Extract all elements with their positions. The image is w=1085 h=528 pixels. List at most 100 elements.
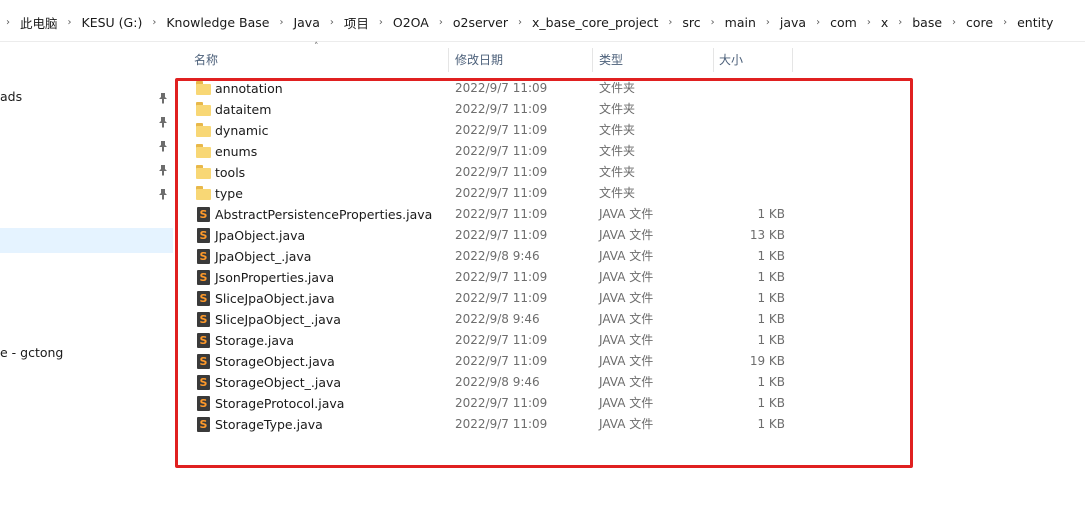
breadcrumb-item[interactable]: main <box>721 15 760 30</box>
column-header-type[interactable]: 类型 <box>599 48 623 72</box>
column-header-date[interactable]: 修改日期 <box>455 48 503 72</box>
sort-ascending-icon: ˄ <box>314 42 319 52</box>
column-header-size[interactable]: 大小 <box>719 48 743 72</box>
address-bar[interactable]: › 此电脑 › KESU (G:) › Knowledge Base › Java › 项目 › O2… <box>0 0 1085 42</box>
breadcrumb: › 此电脑 › KESU (G:) › Knowledge Base › Java › 项目 › O2… <box>0 12 1057 32</box>
java-file-icon: S <box>196 354 212 369</box>
java-file-icon: S <box>196 249 212 264</box>
file-type: JAVA 文件 <box>599 270 654 284</box>
breadcrumb-item[interactable]: x <box>877 15 892 30</box>
file-date: 2022/9/7 11:09 <box>455 354 548 368</box>
breadcrumb-item[interactable]: core <box>962 15 997 30</box>
breadcrumb-item[interactable]: base <box>908 15 946 30</box>
file-row[interactable]: S JpaObject.java 2022/9/7 11:09 JAVA 文件 13 K… <box>176 225 1085 246</box>
file-name: StorageType.java <box>215 417 323 432</box>
file-date: 2022/9/7 11:09 <box>455 228 548 242</box>
pin-icon[interactable] <box>158 164 168 176</box>
column-divider[interactable] <box>448 48 449 72</box>
chevron-right-icon[interactable]: › <box>373 17 389 28</box>
file-row[interactable]: S JsonProperties.java 2022/9/7 11:09 JAVA 文… <box>176 267 1085 288</box>
file-row[interactable]: S Storage.java 2022/9/7 11:09 JAVA 文件 1 KB <box>176 330 1085 351</box>
java-file-icon: S <box>196 270 212 285</box>
chevron-right-icon[interactable]: › <box>997 17 1013 28</box>
pin-icon[interactable] <box>158 188 168 200</box>
chevron-right-icon[interactable]: › <box>433 17 449 28</box>
folder-icon <box>196 81 212 96</box>
column-divider[interactable] <box>713 48 714 72</box>
chevron-right-icon[interactable]: › <box>861 17 877 28</box>
breadcrumb-item[interactable]: src <box>678 15 704 30</box>
file-name: tools <box>215 165 246 180</box>
chevron-right-icon[interactable]: › <box>946 17 962 28</box>
file-row[interactable]: S SliceJpaObject.java 2022/9/7 11:09 JAVA 文… <box>176 288 1085 309</box>
breadcrumb-item[interactable]: 此电脑 <box>16 13 62 32</box>
file-size: 13 KB <box>749 228 785 242</box>
file-type: JAVA 文件 <box>599 228 654 242</box>
file-name: SliceJpaObject.java <box>215 291 335 306</box>
nav-item-user-folder[interactable]: e - gctong <box>0 345 63 360</box>
chevron-right-icon[interactable]: › <box>512 17 528 28</box>
file-row[interactable]: S AbstractPersistenceProperties.java 2022/… <box>176 204 1085 225</box>
file-row[interactable]: dataitem 2022/9/7 11:09 文件夹 <box>176 99 1085 120</box>
breadcrumb-item[interactable]: java <box>776 15 810 30</box>
file-row[interactable]: S StorageObject.java 2022/9/7 11:09 JAVA 文件… <box>176 351 1085 372</box>
file-row[interactable]: S StorageType.java 2022/9/7 11:09 JAVA 文件 1 … <box>176 414 1085 435</box>
chevron-right-icon[interactable]: › <box>0 17 16 28</box>
file-type: 文件夹 <box>599 123 636 137</box>
breadcrumb-item[interactable]: entity <box>1013 15 1057 30</box>
chevron-right-icon[interactable]: › <box>662 17 678 28</box>
column-divider[interactable] <box>592 48 593 72</box>
file-row[interactable]: tools 2022/9/7 11:09 文件夹 <box>176 162 1085 183</box>
breadcrumb-item[interactable]: Knowledge Base <box>162 15 273 30</box>
file-name: SliceJpaObject_.java <box>215 312 341 327</box>
breadcrumb-item[interactable]: com <box>826 15 861 30</box>
file-size: 1 KB <box>757 270 785 284</box>
breadcrumb-item[interactable]: KESU (G:) <box>78 15 147 30</box>
folder-icon <box>196 123 212 138</box>
chevron-right-icon[interactable]: › <box>62 17 78 28</box>
folder-icon <box>196 144 212 159</box>
file-row[interactable]: enums 2022/9/7 11:09 文件夹 <box>176 141 1085 162</box>
file-name: JsonProperties.java <box>215 270 335 285</box>
chevron-right-icon[interactable]: › <box>273 17 289 28</box>
file-type: JAVA 文件 <box>599 417 654 431</box>
nav-selected-item[interactable] <box>0 228 173 253</box>
chevron-right-icon[interactable]: › <box>892 17 908 28</box>
file-row[interactable]: S StorageProtocol.java 2022/9/7 11:09 JAVA … <box>176 393 1085 414</box>
breadcrumb-item[interactable]: x_base_core_project <box>528 15 662 30</box>
file-size: 1 KB <box>757 333 785 347</box>
file-size: 19 KB <box>749 354 785 368</box>
chevron-right-icon[interactable]: › <box>705 17 721 28</box>
breadcrumb-item[interactable]: o2server <box>449 15 512 30</box>
chevron-right-icon[interactable]: › <box>324 17 340 28</box>
file-type: 文件夹 <box>599 102 636 116</box>
file-date: 2022/9/7 11:09 <box>455 102 548 116</box>
chevron-right-icon[interactable]: › <box>760 17 776 28</box>
pin-icon[interactable] <box>158 116 168 128</box>
breadcrumb-item[interactable]: 项目 <box>340 13 373 32</box>
file-name: type <box>215 186 243 201</box>
file-row[interactable]: dynamic 2022/9/7 11:09 文件夹 <box>176 120 1085 141</box>
file-type: JAVA 文件 <box>599 396 654 410</box>
chevron-right-icon[interactable]: › <box>146 17 162 28</box>
nav-item-downloads[interactable]: ads <box>0 89 22 104</box>
file-row[interactable]: S StorageObject_.java 2022/9/8 9:46 JAVA 文件… <box>176 372 1085 393</box>
breadcrumb-item[interactable]: O2OA <box>389 15 433 30</box>
java-file-icon: S <box>196 228 212 243</box>
file-type: JAVA 文件 <box>599 291 654 305</box>
column-divider[interactable] <box>792 48 793 72</box>
breadcrumb-item[interactable]: Java <box>289 15 323 30</box>
file-row[interactable]: S JpaObject_.java 2022/9/8 9:46 JAVA 文件 1 KB <box>176 246 1085 267</box>
file-type: JAVA 文件 <box>599 312 654 326</box>
file-date: 2022/9/7 11:09 <box>455 270 548 284</box>
column-header-name[interactable]: 名称 <box>194 48 218 72</box>
file-type: 文件夹 <box>599 144 636 158</box>
file-row[interactable]: type 2022/9/7 11:09 文件夹 <box>176 183 1085 204</box>
pin-icon[interactable] <box>158 92 168 104</box>
file-date: 2022/9/7 11:09 <box>455 207 548 221</box>
pin-icon[interactable] <box>158 140 168 152</box>
java-file-icon: S <box>196 291 212 306</box>
file-row[interactable]: annotation 2022/9/7 11:09 文件夹 <box>176 78 1085 99</box>
chevron-right-icon[interactable]: › <box>810 17 826 28</box>
file-row[interactable]: S SliceJpaObject_.java 2022/9/8 9:46 JAVA 文… <box>176 309 1085 330</box>
